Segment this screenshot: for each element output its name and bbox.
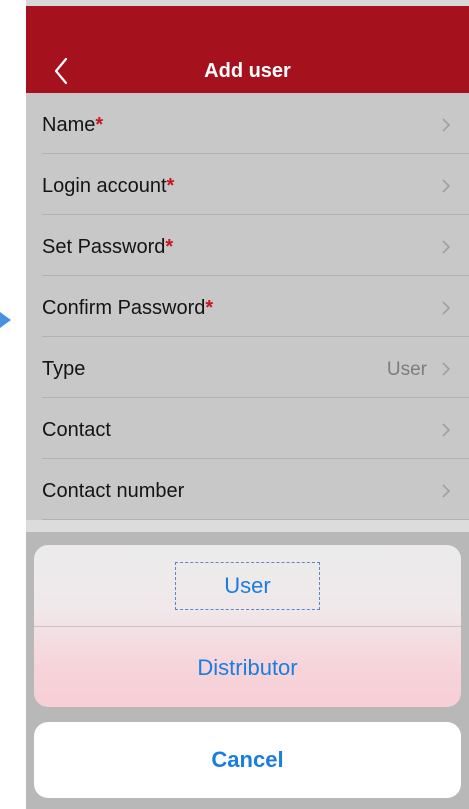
form-row-confirm-password[interactable]: Confirm Password*: [42, 276, 469, 337]
form-list: Name* Login account* Set Password* Confi…: [26, 93, 469, 520]
row-label: Type: [42, 358, 86, 380]
chevron-right-icon: [441, 117, 451, 133]
row-label: Set Password*: [42, 236, 174, 258]
chevron-right-icon: [441, 361, 451, 377]
form-row-login-account[interactable]: Login account*: [42, 154, 469, 215]
chevron-right-icon: [441, 239, 451, 255]
chevron-right-icon: [441, 422, 451, 438]
required-mark: *: [166, 175, 175, 197]
action-sheet: User Distributor: [34, 545, 461, 707]
pointer-arrow-icon: [0, 312, 11, 328]
form-row-contact[interactable]: Contact: [42, 398, 469, 459]
form-row-contact-number[interactable]: Contact number: [42, 459, 469, 520]
chevron-right-icon: [441, 300, 451, 316]
required-mark: *: [95, 114, 104, 136]
form-row-type[interactable]: Type User: [42, 337, 469, 398]
form-row-name[interactable]: Name*: [42, 93, 469, 154]
row-label: Name*: [42, 114, 104, 136]
row-label: Contact: [42, 419, 111, 441]
required-mark: *: [165, 236, 174, 258]
phone-screen: Add user Name* Login account* Set Passwo…: [26, 0, 469, 809]
page-title: Add user: [204, 60, 291, 82]
row-label: Login account*: [42, 175, 175, 197]
cancel-button[interactable]: Cancel: [34, 722, 461, 798]
option-user[interactable]: User: [34, 545, 461, 626]
form-row-set-password[interactable]: Set Password*: [42, 215, 469, 276]
required-mark: *: [205, 297, 214, 319]
option-distributor[interactable]: Distributor: [34, 626, 461, 707]
chevron-right-icon: [441, 483, 451, 499]
row-label: Confirm Password*: [42, 297, 214, 319]
navigation-bar: Add user: [26, 0, 469, 93]
row-label: Contact number: [42, 480, 185, 502]
type-value: User: [386, 359, 427, 380]
option-user-label: User: [175, 561, 320, 610]
chevron-right-icon: [441, 178, 451, 194]
